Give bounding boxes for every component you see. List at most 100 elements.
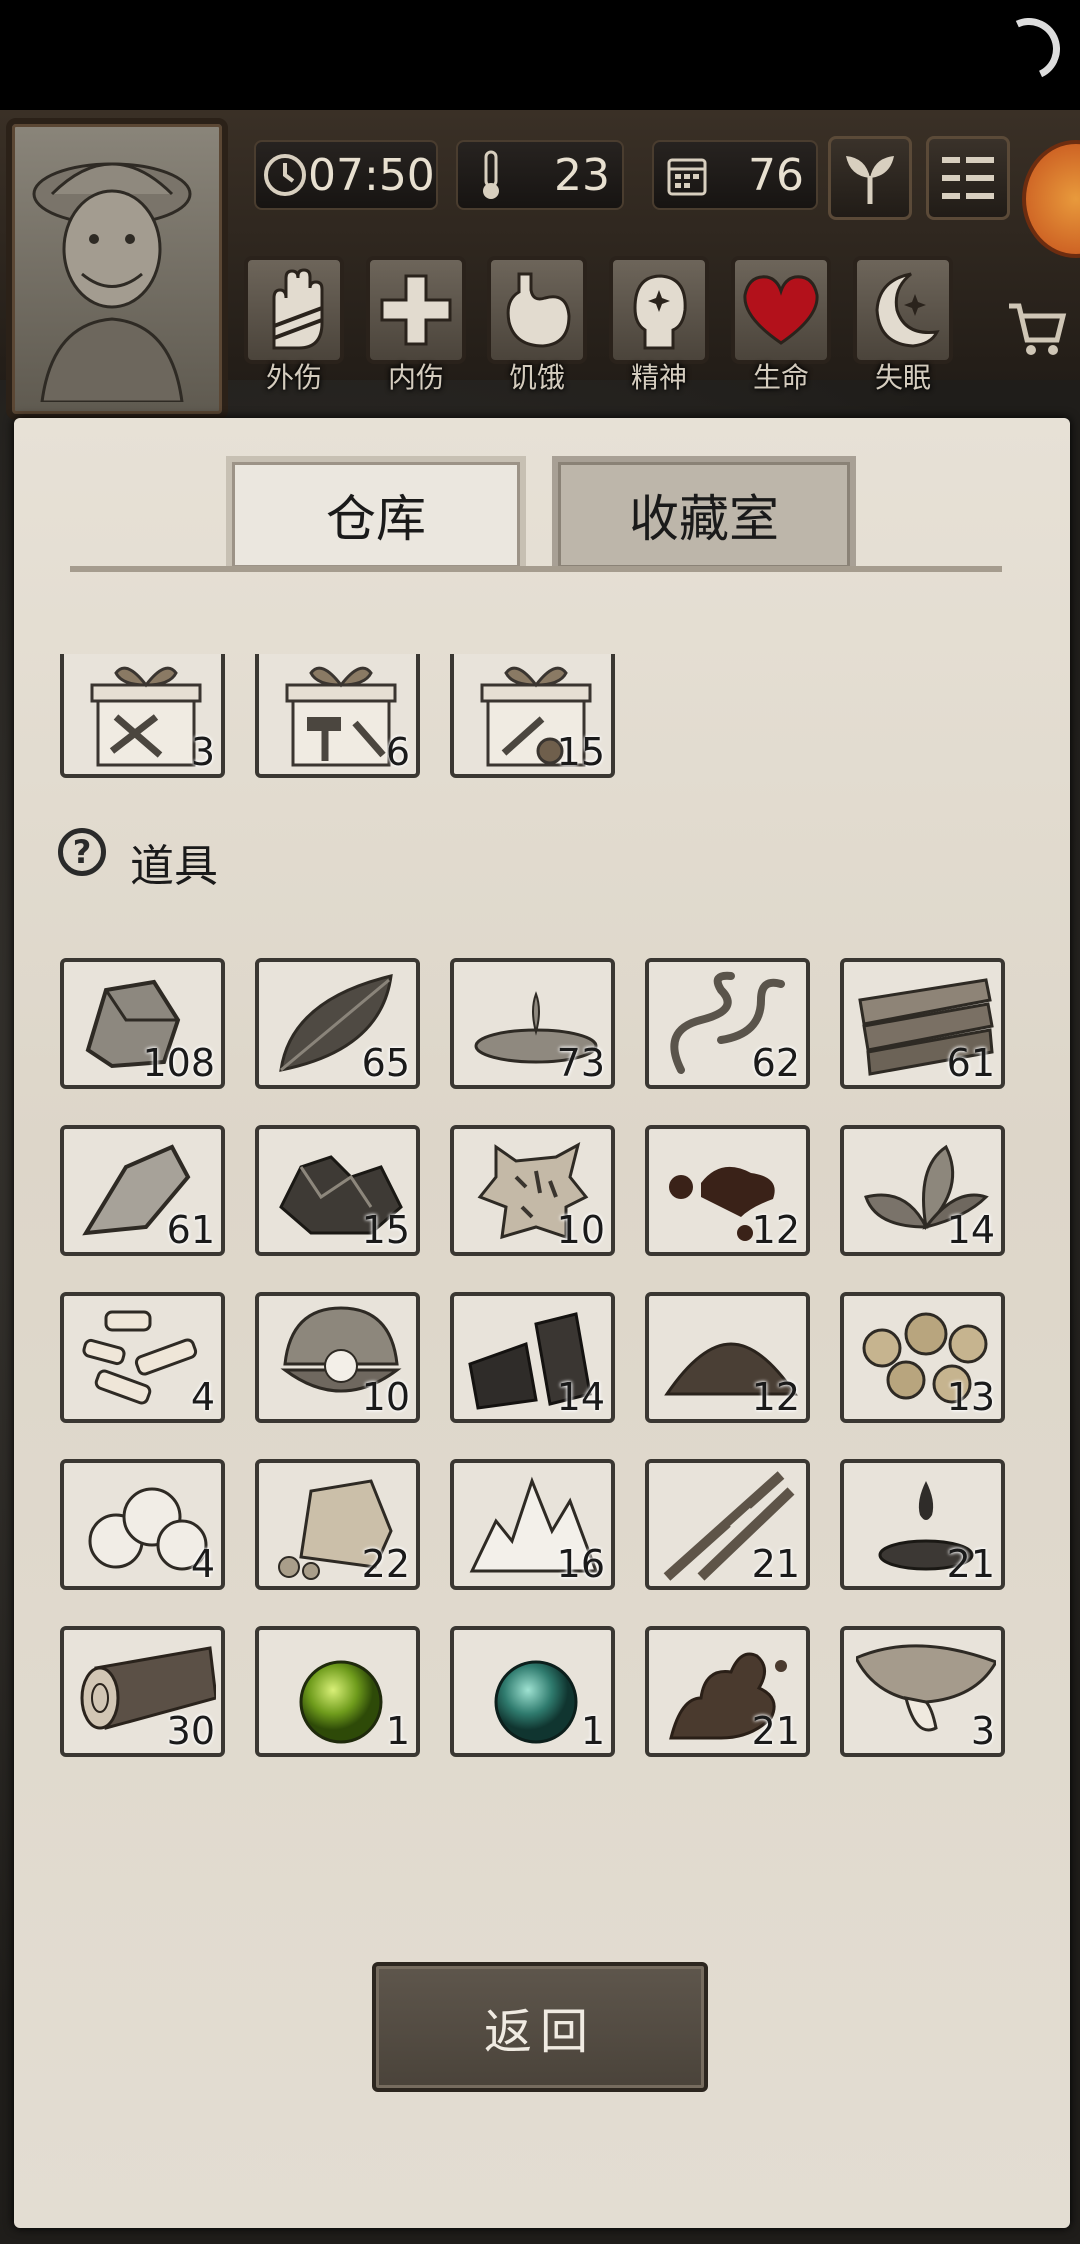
item-slot[interactable]: 21 [645,1459,810,1590]
item-slot[interactable]: 14 [840,1125,1005,1256]
stomach-icon [506,272,571,348]
item-slot[interactable]: 62 [645,958,810,1089]
status-label: 内伤 [387,361,444,394]
status-hunger[interactable]: 饥饿 [485,256,589,396]
item-count: 61 [166,1208,215,1252]
item-slot[interactable]: 14 [450,1292,615,1423]
system-status-bar [0,0,1080,110]
item-count: 21 [946,1542,995,1586]
moon-star-icon [875,272,940,348]
sprout-icon [846,156,894,204]
menu-button[interactable] [926,136,1010,220]
day-value: 76 [748,149,804,201]
item-slot[interactable]: 13 [840,1292,1005,1423]
day-counter: 76 [652,140,818,210]
items-section-header: ? 道具 [40,778,1020,958]
item-slot[interactable]: 12 [645,1292,810,1423]
item-slot[interactable]: 4 [60,1292,225,1423]
item-count: 15 [361,1208,410,1252]
item-slot[interactable]: 108 [60,958,225,1089]
item-slot[interactable]: 61 [840,958,1005,1089]
item-slot[interactable]: 30 [60,1626,225,1757]
item-count: 15 [556,730,605,774]
sprout-button[interactable] [828,136,912,220]
item-slot[interactable]: 73 [450,958,615,1089]
tab-divider [70,566,1002,572]
calendar-icon [660,148,714,202]
status-label: 失眠 [874,361,931,394]
status-health[interactable]: 生命 [729,256,833,396]
item-count: 4 [190,1375,215,1419]
item-count: 10 [556,1208,605,1252]
item-count: 10 [361,1375,410,1419]
item-slot[interactable]: 3 [840,1626,1005,1757]
item-slot[interactable]: 10 [255,1292,420,1423]
status-mental[interactable]: 精神 [607,256,711,396]
loading-spinner-icon [989,9,1069,89]
thermometer-icon [464,148,518,202]
item-count: 13 [946,1375,995,1419]
item-count: 4 [190,1542,215,1586]
item-count: 6 [385,730,410,774]
shop-cart-icon[interactable] [1005,296,1069,360]
hand-bandage-icon [272,268,324,350]
item-count: 65 [361,1041,410,1085]
status-label: 饥饿 [508,361,565,394]
status-label: 精神 [630,361,687,394]
item-grid-top: 4 3 1 4 2 3 6 [40,654,1020,778]
item-slot[interactable]: 21 [840,1459,1005,1590]
player-portrait[interactable] [6,118,228,420]
heart-icon [743,275,819,345]
cross-icon [380,274,452,346]
item-slot[interactable]: 61 [60,1125,225,1256]
item-count: 16 [556,1542,605,1586]
item-count: 1 [385,1709,410,1753]
item-count: 73 [556,1041,605,1085]
item-slot[interactable]: 16 [450,1459,615,1590]
tab-collection-label: 收藏室 [629,490,779,548]
clock-icon [262,148,308,202]
item-slot[interactable]: 21 [645,1626,810,1757]
item-slot[interactable]: 3 [60,654,225,778]
status-insomnia[interactable]: 失眠 [851,256,955,396]
item-count: 3 [970,1709,995,1753]
item-slot[interactable]: 10 [450,1125,615,1256]
clock-time: 07:50 [308,149,435,201]
item-count: 21 [751,1709,800,1753]
item-slot[interactable]: 1 [255,1626,420,1757]
head-sparkle-icon [633,274,687,350]
status-external-injury[interactable]: 外伤 [242,256,346,396]
item-slot[interactable]: 6 [255,654,420,778]
tab-storage-label: 仓库 [326,490,426,548]
back-button[interactable]: 返回 [372,1962,708,2092]
inventory-scroll-area[interactable]: 4 3 1 4 2 3 6 [40,654,1020,1856]
clock-display: 07:50 [254,140,438,210]
item-count: 62 [751,1041,800,1085]
item-count: 61 [946,1041,995,1085]
item-count: 12 [751,1375,800,1419]
item-grid-tools: 108 65 73 62 61 61 15 10 12 14 4 10 14 1… [40,958,1020,1757]
item-slot[interactable]: 4 [60,1459,225,1590]
item-count: 1 [580,1709,605,1753]
item-slot[interactable]: 15 [450,654,615,778]
back-button-label: 返回 [483,2004,596,2060]
tab-collection[interactable]: 收藏室 [552,456,856,568]
item-slot[interactable]: 65 [255,958,420,1089]
status-label: 外伤 [265,361,322,394]
item-slot[interactable]: 22 [255,1459,420,1590]
item-slot[interactable]: 12 [645,1125,810,1256]
status-label: 生命 [752,361,809,394]
item-count: 14 [946,1208,995,1252]
item-slot[interactable]: 15 [255,1125,420,1256]
item-count: 3 [190,730,215,774]
item-count: 14 [556,1375,605,1419]
status-internal-injury[interactable]: 内伤 [364,256,468,396]
item-slot[interactable]: 1 [450,1626,615,1757]
help-icon[interactable]: ? [58,828,106,876]
tab-storage[interactable]: 仓库 [226,456,526,568]
item-count: 21 [751,1542,800,1586]
item-count: 22 [361,1542,410,1586]
item-count: 108 [142,1041,215,1085]
section-title: 道具 [130,841,218,892]
item-count: 30 [166,1709,215,1753]
